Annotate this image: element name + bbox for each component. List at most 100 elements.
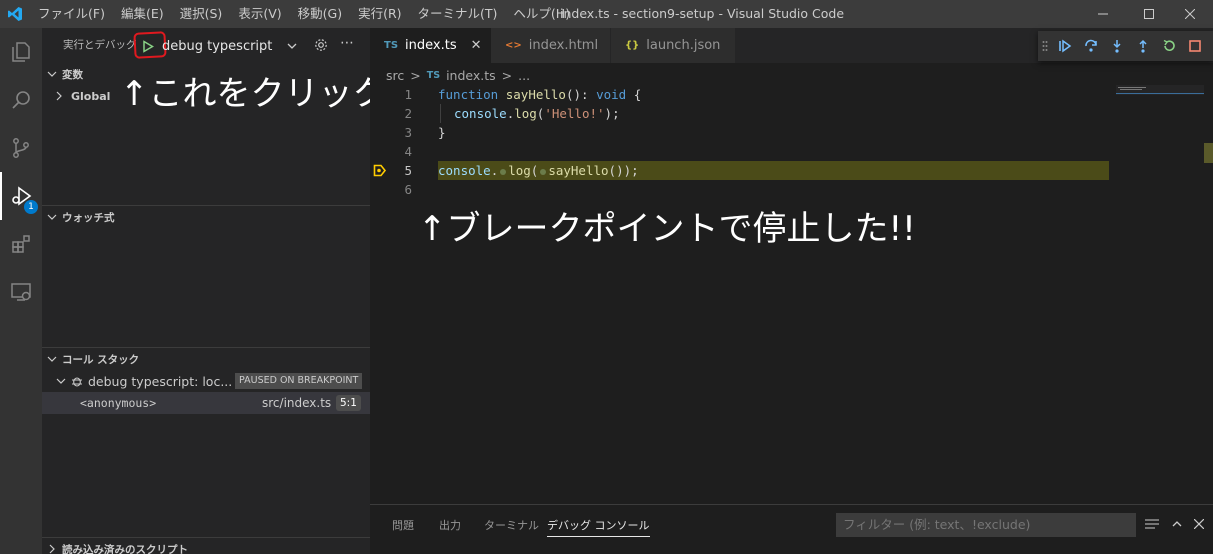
stop-icon[interactable] xyxy=(1182,35,1208,57)
chevron-down-icon xyxy=(286,37,298,59)
code-line: 6 xyxy=(370,180,1213,199)
breadcrumb-file[interactable]: index.ts xyxy=(446,68,496,83)
sidebar-title: 実行とデバッグ xyxy=(63,39,137,51)
tab-index-ts[interactable]: TS index.ts ✕ xyxy=(370,28,491,63)
chevron-down-icon xyxy=(42,69,62,79)
callstack-header-label: コール スタック xyxy=(62,353,140,366)
line-number: 6 xyxy=(404,182,412,197)
continue-icon[interactable] xyxy=(1052,35,1078,57)
line-number: 4 xyxy=(404,144,412,159)
bug-icon xyxy=(70,374,88,388)
debug-session-row[interactable]: debug typescript: loc... PAUSED ON BREAK… xyxy=(42,370,370,392)
tab-launch-json[interactable]: {} launch.json xyxy=(611,28,735,63)
annotation-click-here: ↑これをクリック xyxy=(120,74,387,114)
code-line: 3 } xyxy=(370,123,1213,142)
tab-problems[interactable]: 問題 xyxy=(392,515,414,537)
menu-file[interactable]: ファイル(F) xyxy=(30,0,113,28)
chevron-down-icon xyxy=(56,376,70,386)
minimap[interactable] xyxy=(1116,85,1204,125)
current-breakpoint-line: 5 console. log(sayHello()); xyxy=(370,161,1213,180)
tab-index-html[interactable]: <> index.html xyxy=(491,28,610,63)
debug-config-label: debug typescript xyxy=(162,38,273,54)
sidebar-header: 実行とデバッグ debug typescript ⋯ xyxy=(42,28,370,63)
run-debug-icon[interactable]: 1 xyxy=(0,172,42,220)
debug-config-select[interactable]: debug typescript xyxy=(162,37,298,55)
current-stack-frame-icon[interactable] xyxy=(373,164,387,180)
line-text: console.log('Hello!'); xyxy=(454,106,620,121)
step-over-icon[interactable] xyxy=(1078,35,1104,57)
line-number: 2 xyxy=(404,106,412,121)
debug-session-label: debug typescript: loc... xyxy=(88,373,233,389)
chevron-right-icon xyxy=(42,544,62,554)
line-number: 3 xyxy=(404,125,412,140)
editor-tab-bar: TS index.ts ✕ <> index.html {} launch.js… xyxy=(370,28,1213,63)
loaded-scripts-section-header[interactable]: 読み込み済みのスクリプト xyxy=(42,538,370,554)
inline-breakpoint-icon xyxy=(500,168,507,175)
activity-bar: 1 xyxy=(0,28,42,554)
code-line: 2 console.log('Hello!'); xyxy=(370,104,1213,123)
frame-position-badge: 5:1 xyxy=(336,395,361,411)
restart-icon[interactable] xyxy=(1156,35,1182,57)
close-tab-icon[interactable]: ✕ xyxy=(471,38,482,53)
vscode-logo-icon xyxy=(0,0,30,28)
editor-area: TS index.ts ✕ <> index.html {} launch.js… xyxy=(370,28,1213,554)
debug-badge: 1 xyxy=(24,200,38,214)
menu-edit[interactable]: 編集(E) xyxy=(113,0,172,28)
vertical-scrollbar[interactable] xyxy=(1204,85,1213,445)
line-text: function sayHello(): void { xyxy=(438,87,642,102)
chevron-up-icon[interactable] xyxy=(1168,515,1186,533)
breadcrumb-symbol[interactable]: ... xyxy=(518,68,530,83)
menu-run[interactable]: 実行(R) xyxy=(350,0,409,28)
search-icon[interactable] xyxy=(0,76,42,124)
step-out-icon[interactable] xyxy=(1130,35,1156,57)
breadcrumb-folder[interactable]: src xyxy=(386,68,404,83)
title-bar: ファイル(F) 編集(E) 選択(S) 表示(V) 移動(G) 実行(R) ター… xyxy=(0,0,1213,28)
loaded-scripts-label: 読み込み済みのスクリプト xyxy=(62,543,188,554)
close-panel-icon[interactable] xyxy=(1190,515,1208,533)
clear-console-icon[interactable] xyxy=(1143,515,1161,533)
debug-toolbar xyxy=(1038,31,1213,61)
more-actions-icon[interactable]: ⋯ xyxy=(339,34,355,52)
line-number: 5 xyxy=(404,163,412,178)
frame-name: <anonymous> xyxy=(80,396,157,410)
source-control-icon[interactable] xyxy=(0,124,42,172)
debug-console-filter-input[interactable] xyxy=(836,513,1136,537)
indent-guide xyxy=(440,104,441,123)
menu-view[interactable]: 表示(V) xyxy=(230,0,289,28)
menu-selection[interactable]: 選択(S) xyxy=(172,0,231,28)
remote-explorer-icon[interactable] xyxy=(0,268,42,316)
maximize-button[interactable] xyxy=(1126,0,1172,28)
code-line: 4 xyxy=(370,142,1213,161)
annotation-stopped-at-breakpoint: ↑ブレークポイントで停止した!! xyxy=(418,209,916,249)
window-title: index.ts - section9-setup - Visual Studi… xyxy=(560,6,845,21)
typescript-file-icon: TS xyxy=(384,40,399,51)
tab-terminal[interactable]: ターミナル xyxy=(484,515,539,537)
bottom-panel: 問題 出力 ターミナル デバッグ コンソール xyxy=(370,504,1213,554)
tab-output[interactable]: 出力 xyxy=(439,515,461,537)
close-window-button[interactable] xyxy=(1167,0,1213,28)
inline-breakpoint-icon xyxy=(540,168,547,175)
code-line: 1 function sayHello(): void { xyxy=(370,85,1213,104)
menu-go[interactable]: 移動(G) xyxy=(290,0,350,28)
menu-terminal[interactable]: ターミナル(T) xyxy=(410,0,506,28)
chevron-down-icon xyxy=(42,212,62,222)
menu-bar: ファイル(F) 編集(E) 選択(S) 表示(V) 移動(G) 実行(R) ター… xyxy=(30,0,578,28)
call-stack-frame[interactable]: <anonymous> src/index.ts 5:1 xyxy=(42,392,370,414)
chevron-down-icon xyxy=(42,354,62,364)
drag-handle-icon[interactable] xyxy=(1038,35,1052,57)
tab-debug-console[interactable]: デバッグ コンソール xyxy=(547,515,650,537)
breadcrumb-separator: > xyxy=(410,67,421,83)
tab-label: index.ts xyxy=(405,38,457,53)
extensions-icon[interactable] xyxy=(0,220,42,268)
line-text: console. log(sayHello()); xyxy=(438,163,639,178)
variables-header-label: 変数 xyxy=(62,68,83,81)
watch-section-header[interactable]: ウォッチ式 xyxy=(42,206,370,228)
explorer-icon[interactable] xyxy=(0,28,42,76)
minimize-button[interactable] xyxy=(1080,0,1126,28)
gear-icon[interactable] xyxy=(313,36,329,54)
tab-label: launch.json xyxy=(646,38,721,53)
step-into-icon[interactable] xyxy=(1104,35,1130,57)
line-text: } xyxy=(438,125,446,140)
global-scope-label: Global xyxy=(71,89,111,103)
callstack-section-header[interactable]: コール スタック xyxy=(42,348,370,370)
